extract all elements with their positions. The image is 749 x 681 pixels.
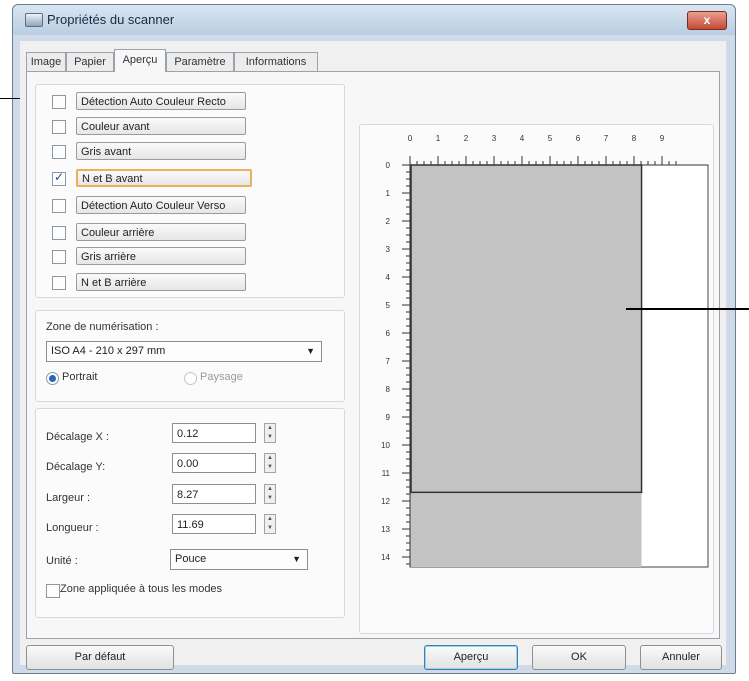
offset-y-spinner[interactable]: ▲ ▼ [264,453,276,473]
callout-line-right [626,308,749,310]
portrait-radio[interactable] [46,372,59,385]
offset-x-spinner[interactable]: ▲ ▼ [264,423,276,443]
offset-y-label: Décalage Y: [46,461,106,473]
mode-button-color-front[interactable]: Couleur avant [76,117,246,135]
tab-papier[interactable]: Papier [66,52,114,71]
scanner-icon [25,13,43,27]
landscape-label: Paysage [200,371,243,383]
x-ruler-label: 1 [436,134,441,143]
scan-zone-select[interactable]: ISO A4 - 210 x 297 mm ▼ [46,341,322,362]
cancel-button[interactable]: Annuler [640,645,722,670]
scan-zone-group: Zone de numérisation : ISO A4 - 210 x 29… [35,310,345,402]
apply-all-label: Zone appliquée à tous les modes [60,583,223,595]
mode-button-color-back[interactable]: Couleur arrière [76,223,246,241]
mode-checkbox[interactable] [52,170,66,186]
width-label: Largeur : [46,492,91,504]
mode-button-gray-front[interactable]: Gris avant [76,142,246,160]
x-ruler-label: 6 [576,134,581,143]
y-ruler-label: 3 [386,245,391,254]
offset-x-input[interactable]: 0.12 [172,423,256,443]
portrait-label: Portrait [62,371,98,383]
mode-button-bw-back[interactable]: N et B arrière [76,273,246,291]
y-ruler-label: 8 [386,385,391,394]
mode-button-gray-back[interactable]: Gris arrière [76,247,246,265]
mode-button-bw-front[interactable]: N et B avant [76,169,252,187]
preview-ruler-canvas[interactable]: 0 1 2 3 4 5 6 7 8 901234567891011121314 [360,125,713,633]
preview-area: 0 1 2 3 4 5 6 7 8 9 0 1 2 3 4 5 6 7 8 9 10 11 12 13 14 [359,124,714,634]
mode-checkbox[interactable] [52,145,66,159]
scan-area-fill [410,165,642,567]
x-ruler-label: 2 [464,134,469,143]
x-ruler-label: 0 [408,134,413,143]
mode-checkbox[interactable] [52,226,66,240]
length-spinner[interactable]: ▲ ▼ [264,514,276,534]
scan-mode-group: Détection Auto Couleur Recto Couleur ava… [35,84,345,298]
y-ruler-label: 12 [381,497,390,506]
y-ruler-label: 6 [386,329,391,338]
width-spinner[interactable]: ▲ ▼ [264,484,276,504]
scan-zone-value: ISO A4 - 210 x 297 mm [51,345,166,357]
mode-button-auto-color-front[interactable]: Détection Auto Couleur Recto [76,92,246,110]
default-button[interactable]: Par défaut [26,645,174,670]
x-ruler-label: 4 [520,134,525,143]
width-input[interactable]: 8.27 [172,484,256,504]
title-bar[interactable]: Propriétés du scanner x [13,5,735,35]
y-ruler-label: 7 [386,357,391,366]
window-title: Propriétés du scanner [47,12,175,27]
x-ruler-label: 7 [604,134,609,143]
y-ruler-label: 13 [381,525,390,534]
close-button[interactable]: x [687,11,727,30]
y-ruler-label: 4 [386,273,391,282]
offset-y-input[interactable]: 0.00 [172,453,256,473]
tab-image[interactable]: Image [26,52,66,71]
landscape-radio[interactable] [184,372,197,385]
callout-line-left [0,98,20,99]
scanner-properties-window: Propriétés du scanner x Image Papier Ape… [12,4,736,674]
offset-x-label: Décalage X : [46,431,109,443]
y-ruler-label: 0 [386,161,391,170]
tab-informations[interactable]: Informations [234,52,318,71]
y-ruler-label: 9 [386,413,391,422]
unit-select[interactable]: Pouce ▼ [170,549,308,570]
mode-checkbox[interactable] [52,95,66,109]
y-ruler-label: 5 [386,301,391,310]
y-ruler-label: 2 [386,217,391,226]
y-ruler-label: 11 [382,469,391,478]
x-ruler-label: 9 [660,134,665,143]
tab-parametre[interactable]: Paramètre [166,52,234,71]
y-ruler-label: 10 [381,441,390,450]
tab-apercu[interactable]: Aperçu [114,49,166,72]
mode-checkbox[interactable] [52,120,66,134]
dropdown-arrow-icon: ▼ [292,554,301,564]
unit-value: Pouce [175,553,207,565]
mode-button-auto-color-back[interactable]: Détection Auto Couleur Verso [76,196,246,214]
y-ruler-label: 1 [386,189,391,198]
mode-checkbox[interactable] [52,199,66,213]
unit-label: Unité : [46,555,78,567]
dropdown-arrow-icon: ▼ [306,346,315,356]
dialog-body: Image Papier Aperçu Paramètre Informatio… [20,41,726,670]
length-label: Longueur : [46,522,99,534]
ok-button[interactable]: OK [532,645,626,670]
x-ruler-label: 3 [492,134,497,143]
length-input[interactable]: 11.69 [172,514,256,534]
preview-button[interactable]: Aperçu [424,645,518,670]
mode-checkbox[interactable] [52,276,66,290]
tab-panel-apercu: Détection Auto Couleur Recto Couleur ava… [26,71,720,639]
dimensions-group: Décalage X : 0.12 ▲ ▼ Décalage Y: 0.00 ▲ ▼… [35,408,345,618]
apply-all-checkbox[interactable] [46,584,60,598]
mode-checkbox[interactable] [52,250,66,264]
x-ruler-label: 5 [548,134,553,143]
x-ruler-label: 8 [632,134,637,143]
scan-zone-label: Zone de numérisation : [46,321,159,333]
y-ruler-label: 14 [381,553,390,562]
